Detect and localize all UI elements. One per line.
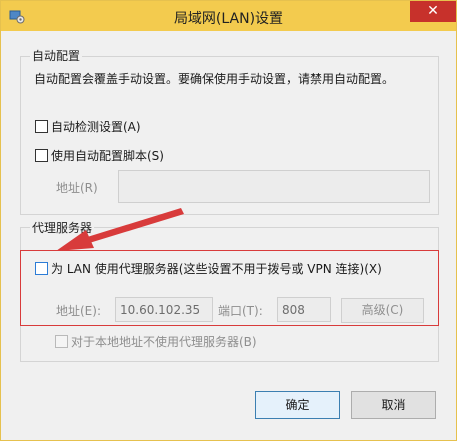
cancel-button[interactable]: 取消 [351,391,436,419]
auto-script-checkbox[interactable] [35,149,48,162]
proxy-address-label: 地址(E): [56,304,101,318]
script-address-label: 地址(R) [56,181,98,195]
close-button[interactable]: ✕ [410,1,456,22]
script-address-input[interactable] [118,170,430,203]
window-title: 局域网(LAN)设置 [173,11,284,27]
bypass-local-checkbox[interactable] [55,335,68,348]
ok-button[interactable]: 确定 [255,391,340,419]
proxy-port-label: 端口(T): [218,304,263,318]
auto-detect-label[interactable]: 自动检测设置(A) [51,118,141,135]
use-proxy-label[interactable]: 为 LAN 使用代理服务器(这些设置不用于拨号或 VPN 连接)(X) [51,260,382,277]
title-bar: 局域网(LAN)设置 ✕ [1,1,456,31]
advanced-button[interactable]: 高级(C) [341,298,424,323]
proxy-address-input[interactable]: 10.60.102.35 [115,297,213,322]
auto-config-group-label: 自动配置 [30,47,83,64]
annotation-arrow-icon [56,208,184,251]
bypass-local-label[interactable]: 对于本地地址不使用代理服务器(B) [71,333,257,350]
auto-detect-checkbox[interactable] [35,120,48,133]
proxy-port-input[interactable]: 808 [277,297,331,322]
auto-config-description: 自动配置会覆盖手动设置。要确保使用手动设置，请禁用自动配置。 [34,72,395,86]
lan-settings-dialog: 局域网(LAN)设置 ✕ 自动配置 自动配置会覆盖手动设置。要确保使用手动设置，… [0,0,457,441]
auto-script-label[interactable]: 使用自动配置脚本(S) [51,147,164,164]
use-proxy-checkbox[interactable] [35,262,48,275]
